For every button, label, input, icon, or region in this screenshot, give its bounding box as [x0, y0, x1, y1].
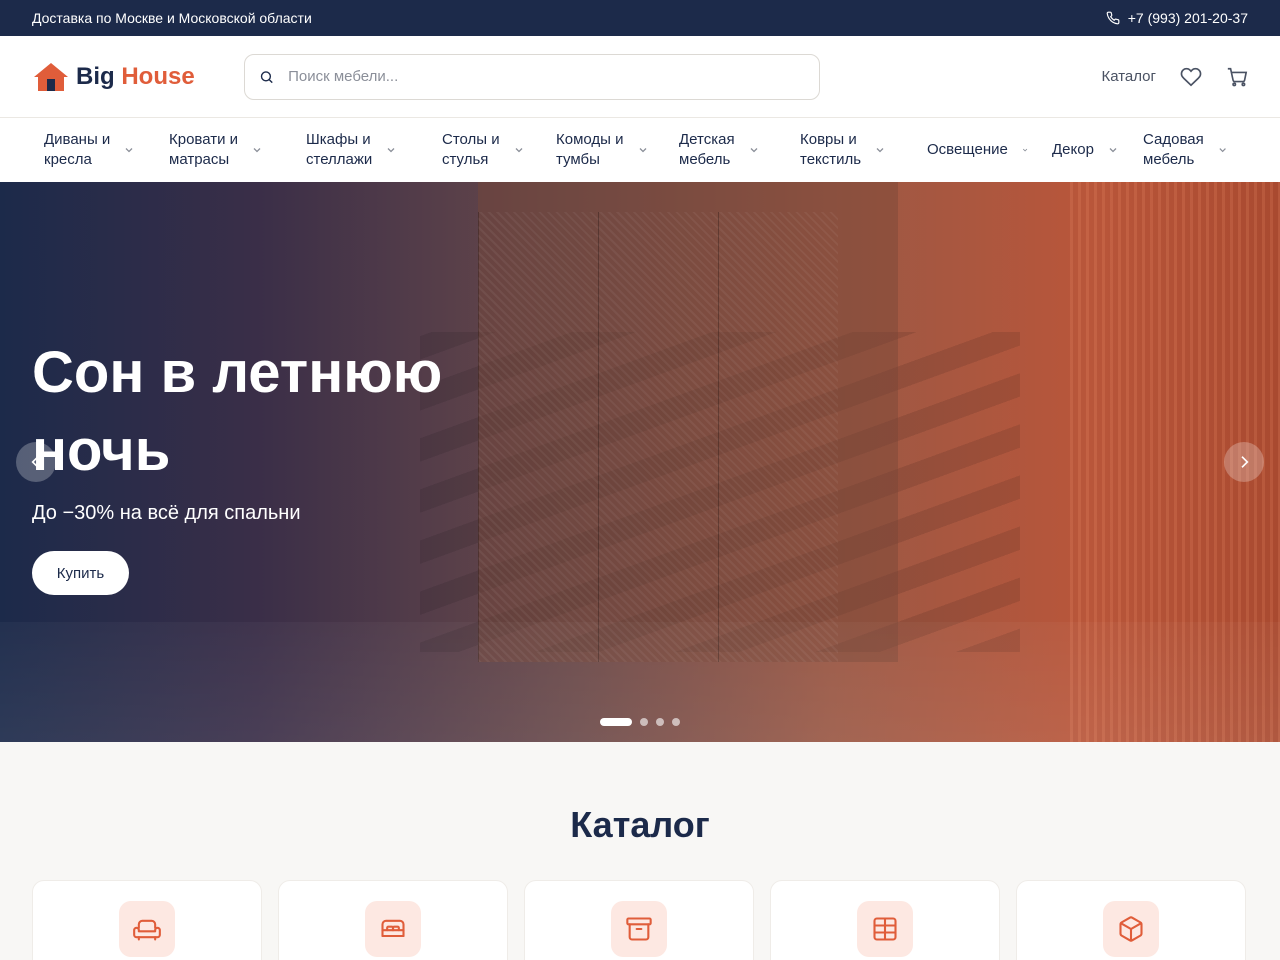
phone-link[interactable]: +7 (993) 201-20-37 [1106, 10, 1248, 26]
catalog-card[interactable] [524, 880, 754, 960]
catalog-card-icon-wrap [611, 901, 667, 957]
catalog-card-icon-wrap [1103, 901, 1159, 957]
hero-title: Сон в летнюю ночь [32, 340, 443, 483]
chevron-down-icon [515, 148, 523, 153]
catalog-section-title: Каталог [570, 804, 710, 845]
nav-item[interactable]: Декор [1040, 140, 1131, 160]
delivery-text: Доставка по Москве и Московской области [32, 10, 312, 26]
catalog-card-icon-wrap [857, 901, 913, 957]
chevron-right-icon [1241, 456, 1249, 468]
chevron-down-icon [1109, 148, 1117, 153]
favorites-button[interactable] [1180, 66, 1202, 88]
slider-dots [600, 718, 680, 726]
nav-item[interactable]: Ковры и текстиль [788, 130, 915, 170]
nav-item[interactable]: Шкафы и стеллажи [294, 130, 430, 170]
heart-icon [1180, 67, 1202, 86]
chevron-left-icon [31, 456, 39, 468]
slider-dot[interactable] [640, 718, 648, 726]
package-cube-icon [1119, 916, 1143, 942]
nav-item[interactable]: Диваны и кресла [32, 130, 157, 170]
logo-big: Big [76, 62, 115, 90]
chevron-down-icon [1219, 148, 1226, 153]
chevron-down-icon [1022, 148, 1028, 152]
house-logo-icon [34, 62, 68, 91]
catalog-card[interactable] [1016, 880, 1246, 960]
hero-content: Сон в летнюю ночь До −30% на всё для спа… [32, 334, 492, 595]
cart-button[interactable] [1226, 66, 1248, 88]
chevron-down-icon [253, 148, 261, 153]
catalog-card-icon-wrap [365, 901, 421, 957]
slider-dot[interactable] [672, 718, 680, 726]
cart-icon [1227, 67, 1248, 86]
slider-next-button[interactable] [1224, 442, 1264, 482]
search-input[interactable] [288, 68, 805, 85]
slider-prev-button[interactable] [16, 442, 56, 482]
sofa-icon [133, 919, 161, 941]
nav-item-label: Диваны и кресла [44, 131, 111, 168]
bed-icon [381, 919, 405, 938]
logo-text: Big House [76, 63, 195, 91]
nav-item-label: Столы и стулья [442, 131, 500, 168]
buy-button[interactable]: Купить [32, 551, 129, 595]
slider-dot[interactable] [600, 718, 632, 726]
nav-item-label: Ковры и текстиль [800, 131, 862, 168]
phone-number: +7 (993) 201-20-37 [1127, 10, 1248, 26]
nav-item-label: Шкафы и стеллажи [306, 131, 373, 168]
nav-item-label: Освещение [927, 141, 1008, 158]
nav-item[interactable]: Комоды и тумбы [544, 130, 667, 170]
hero-subtitle: До −30% на всё для спальни [32, 502, 301, 524]
nav-item-label: Комоды и тумбы [556, 131, 624, 168]
category-nav: Диваны и кресла Кровати и матрасы Шкафы и … [0, 118, 1280, 182]
nav-item-label: Детская мебель [679, 131, 735, 168]
hero-banner: Сон в летнюю ночь До −30% на всё для спа… [0, 182, 1280, 742]
hero-wardrobe-image [478, 182, 898, 662]
nav-item-label: Кровати и матрасы [169, 131, 239, 168]
catalog-cards [0, 880, 1280, 960]
nav-item-label: Садовая мебель [1143, 131, 1204, 168]
nav-item[interactable]: Освещение [915, 140, 1040, 160]
nav-item[interactable]: Кровати и матрасы [157, 130, 294, 170]
table-grid-icon [873, 917, 897, 941]
slider-dot[interactable] [656, 718, 664, 726]
chevron-down-icon [125, 148, 133, 153]
chevron-down-icon [387, 148, 395, 153]
archive-box-icon [626, 917, 652, 941]
header: Big House Каталог [0, 36, 1280, 118]
chevron-down-icon [750, 148, 758, 153]
chevron-down-icon [639, 148, 646, 153]
nav-item[interactable]: Садовая мебель [1131, 130, 1239, 170]
chevron-down-icon [876, 148, 884, 153]
nav-item[interactable]: Детская мебель [667, 130, 788, 170]
top-bar: Доставка по Москве и Московской области … [0, 0, 1280, 36]
catalog-link[interactable]: Каталог [1101, 68, 1156, 85]
nav-item-label: Декор [1052, 141, 1094, 158]
logo[interactable]: Big House [32, 61, 244, 93]
search-icon [260, 70, 273, 83]
catalog-card[interactable] [278, 880, 508, 960]
search-box[interactable] [244, 53, 820, 100]
catalog-card[interactable] [32, 880, 262, 960]
catalog-card-icon-wrap [119, 901, 175, 957]
catalog-card[interactable] [770, 880, 1000, 960]
phone-icon [1106, 11, 1120, 25]
header-actions: Каталог [1101, 66, 1248, 88]
nav-item[interactable]: Столы и стулья [430, 130, 544, 170]
logo-house: House [121, 62, 195, 90]
